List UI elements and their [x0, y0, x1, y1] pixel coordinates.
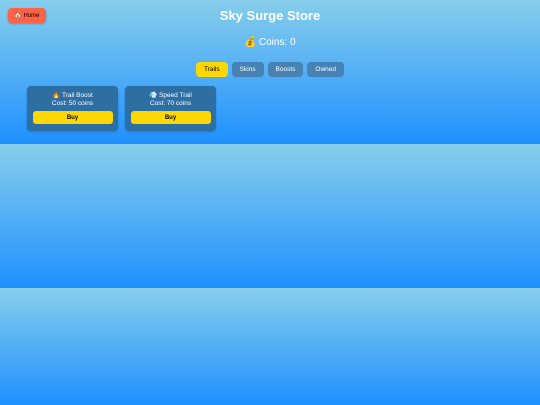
coin-counter-text: Coins: 0	[258, 37, 296, 48]
item-name-text: Trail Boost	[61, 92, 93, 99]
tab-trails[interactable]: Trails	[195, 62, 228, 77]
item-name-text: Speed Trail	[159, 92, 192, 99]
tab-owned[interactable]: Owned	[307, 62, 345, 77]
item-cost: Cost: 70 coins	[149, 100, 192, 107]
item-card-speed-trail: 💨 Speed Trail Cost: 70 coins Buy	[125, 86, 216, 131]
tab-skins[interactable]: Skins	[231, 62, 264, 77]
store-tabs: Trails Skins Boosts Owned	[0, 62, 540, 77]
store-items: 🔥 Trail Boost Cost: 50 coins Buy 💨 Speed…	[27, 86, 216, 131]
coin-counter: 💰 Coins: 0	[0, 37, 540, 48]
store-title: Sky Surge Store	[219, 8, 321, 23]
buy-button-trail-boost[interactable]: Buy	[32, 111, 113, 124]
buy-button-speed-trail[interactable]: Buy	[130, 111, 211, 124]
dash-icon: 💨	[149, 92, 158, 99]
item-card-trail-boost: 🔥 Trail Boost Cost: 50 coins Buy	[27, 86, 118, 131]
fire-icon: 🔥	[52, 92, 61, 99]
tab-boosts[interactable]: Boosts	[267, 62, 304, 77]
item-cost: Cost: 50 coins	[51, 100, 94, 107]
item-name: 💨 Speed Trail	[125, 92, 216, 100]
money-bag-icon: 💰	[244, 37, 257, 48]
item-name: 🔥 Trail Boost	[27, 92, 118, 100]
